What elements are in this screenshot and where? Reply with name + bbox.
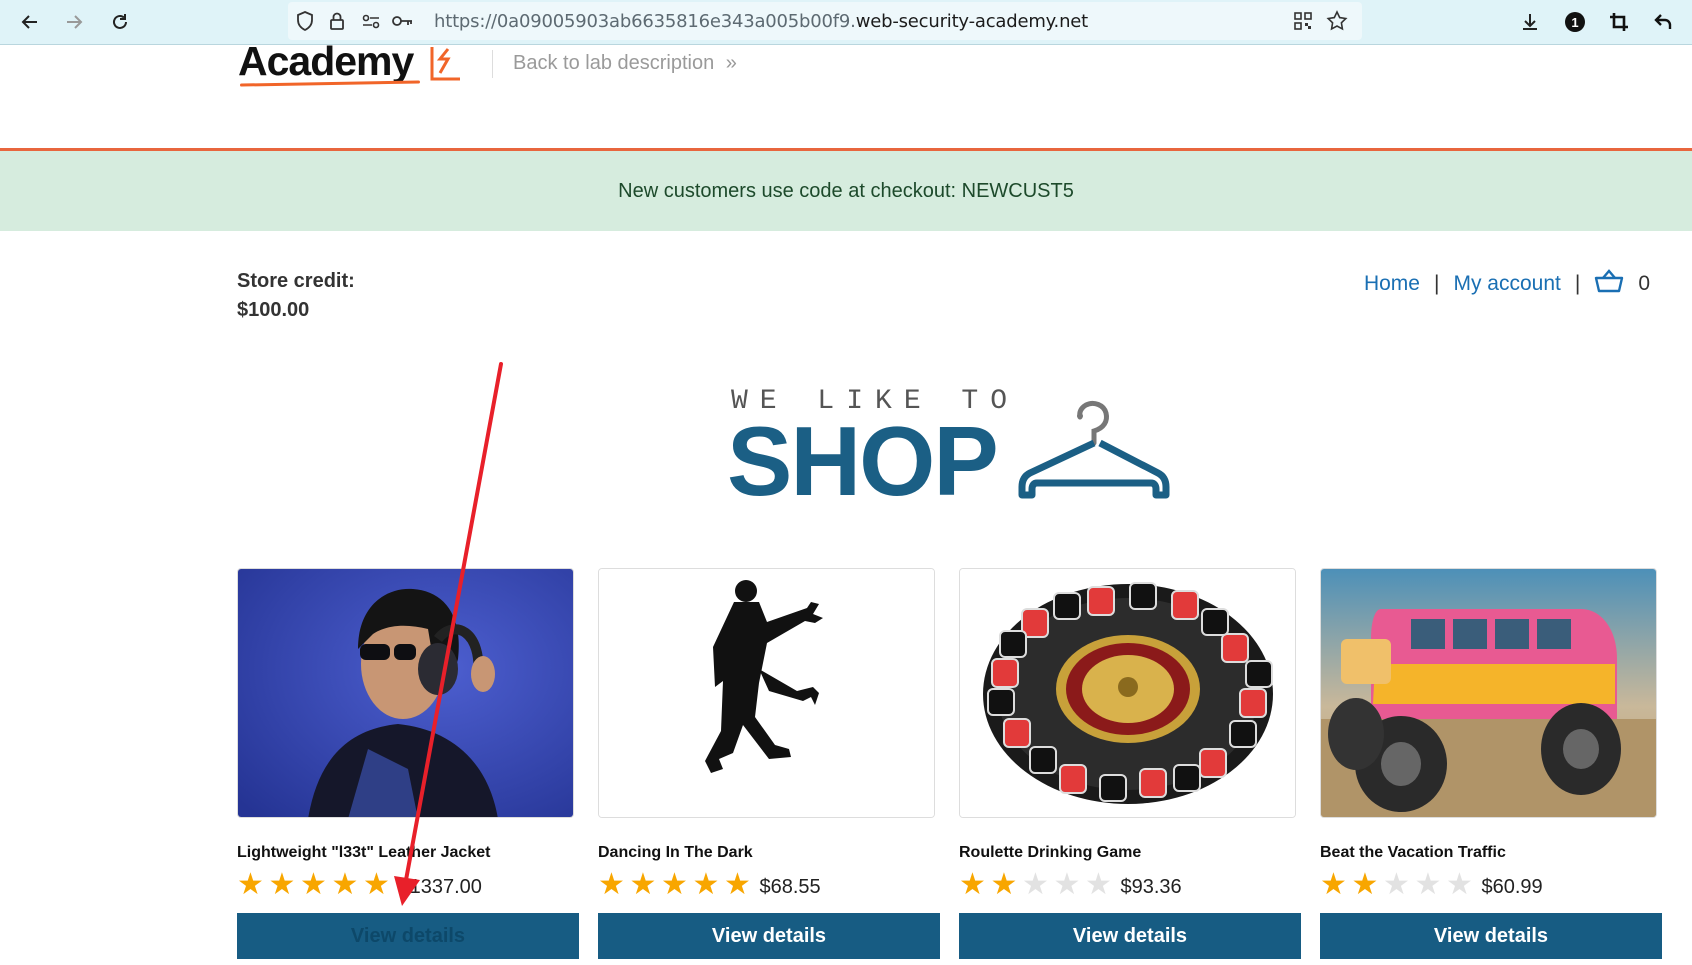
star-filled-icon: ★ [661,868,688,901]
header-divider [492,50,493,78]
view-details-button[interactable]: View details [237,913,579,959]
permissions-icon[interactable] [360,10,382,32]
rating-stars: ★ ★ ★ ★ ★ [959,870,1117,900]
star-filled-icon: ★ [363,868,390,901]
star-empty-icon: ★ [1085,868,1112,901]
star-filled-icon: ★ [959,868,986,901]
extension-badge-icon[interactable]: 1 [1560,7,1590,37]
promo-text: New customers use code at checkout: NEWC… [618,179,1074,202]
store-credit-value: $100.00 [237,299,310,321]
hero-title: SHOP [727,406,999,516]
undo-arrow-icon[interactable] [1648,7,1678,37]
home-link[interactable]: Home [1364,272,1420,296]
rating-stars: ★ ★ ★ ★ ★ [1320,870,1478,900]
view-details-button[interactable]: View details [598,913,940,959]
nav-separator: | [1433,272,1440,295]
nav-separator: | [1574,272,1581,295]
product-image-van[interactable] [1320,568,1657,818]
product-card: Roulette Drinking Game ★ ★ ★ ★ ★ $93.36 View… [959,568,1301,959]
rating-stars: ★ ★ ★ ★ ★ [237,870,395,900]
back-link-label: Back to lab description [513,52,715,74]
bookmark-star-icon[interactable] [1326,10,1348,32]
reload-icon[interactable] [104,6,136,38]
product-price: $93.36 [1120,875,1182,898]
product-name[interactable]: Beat the Vacation Traffic [1320,844,1657,862]
cart-count[interactable]: 0 [1638,272,1650,296]
star-empty-icon: ★ [1022,868,1049,901]
star-filled-icon: ★ [598,868,625,901]
star-filled-icon: ★ [990,868,1018,901]
address-bar[interactable]: https://0a09005903ab6635816e343a005b00f9… [288,2,1362,40]
product-price: $1337.00 [398,875,482,898]
star-empty-icon: ★ [1053,868,1081,901]
url-text[interactable]: https://0a09005903ab6635816e343a005b00f9… [434,11,1088,32]
star-filled-icon: ★ [629,868,657,901]
download-icon[interactable] [1515,7,1545,37]
star-filled-icon: ★ [331,868,359,901]
store-credit-label: Store credit: [237,270,355,292]
product-card: Lightweight "l33t" Leather Jacket ★ ★ ★ ★ ★ … [237,568,579,959]
star-filled-icon: ★ [1320,868,1347,901]
product-image-jacket[interactable] [237,568,574,818]
product-image-dancing[interactable] [598,568,935,818]
product-price: $68.55 [759,875,821,898]
top-nav: Home | My account | 0 [1364,268,1650,300]
shield-icon[interactable] [294,10,316,32]
star-empty-icon: ★ [1446,868,1473,901]
academy-logo[interactable]: Academy [238,38,414,85]
product-name[interactable]: Dancing In The Dark [598,844,935,862]
rating-stars: ★ ★ ★ ★ ★ [598,870,756,900]
star-filled-icon: ★ [268,868,296,901]
lightning-logo-icon [430,47,460,81]
back-icon[interactable] [14,6,46,38]
product-card: Dancing In The Dark ★ ★ ★ ★ ★ $68.55 View de… [598,568,940,959]
star-filled-icon: ★ [300,868,327,901]
star-empty-icon: ★ [1414,868,1442,901]
forward-icon[interactable] [58,6,90,38]
extension-badge-count: 1 [1571,14,1579,30]
promo-banner: New customers use code at checkout: NEWC… [0,151,1692,231]
double-chevron-icon: » [725,52,737,74]
lock-icon[interactable] [326,10,348,32]
star-filled-icon: ★ [1351,868,1379,901]
key-icon[interactable] [392,10,414,32]
view-details-button[interactable]: View details [959,913,1301,959]
my-account-link[interactable]: My account [1453,272,1560,296]
product-image-roulette[interactable] [959,568,1296,818]
product-name[interactable]: Lightweight "l33t" Leather Jacket [237,844,574,862]
star-filled-icon: ★ [724,868,751,901]
back-to-lab-link[interactable]: Back to lab description » [513,52,737,75]
hanger-icon [1018,400,1170,499]
qr-code-icon[interactable] [1292,10,1314,32]
product-price: $60.99 [1481,875,1543,898]
view-details-button[interactable]: View details [1320,913,1662,959]
star-empty-icon: ★ [1383,868,1410,901]
product-name[interactable]: Roulette Drinking Game [959,844,1296,862]
product-card: Beat the Vacation Traffic ★ ★ ★ ★ ★ $60.99 V… [1320,568,1662,959]
star-filled-icon: ★ [237,868,264,901]
star-filled-icon: ★ [692,868,720,901]
cart-icon[interactable] [1594,268,1624,300]
crop-icon[interactable] [1604,7,1634,37]
